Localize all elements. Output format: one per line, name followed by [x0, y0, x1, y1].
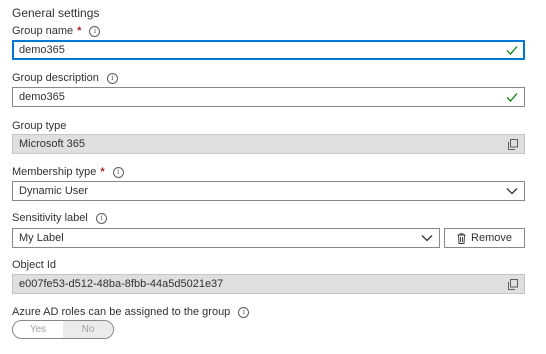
- info-icon[interactable]: i: [89, 25, 101, 37]
- copy-icon[interactable]: [508, 138, 518, 150]
- object-id-label: Object Id: [12, 259, 56, 271]
- group-type-label-text: Group type: [12, 120, 67, 132]
- group-description-input[interactable]: demo365: [12, 87, 525, 107]
- object-id-value: e007fe53-d512-48ba-8fbb-44a5d5021e37: [19, 278, 224, 290]
- sensitivity-label-value: My Label: [19, 232, 64, 244]
- info-icon[interactable]: i: [95, 212, 107, 224]
- required-asterisk: *: [100, 166, 105, 178]
- group-description-label: Group description i: [12, 72, 118, 84]
- azure-roles-label-text: Azure AD roles can be assigned to the gr…: [12, 306, 231, 318]
- remove-button-label: Remove: [471, 232, 512, 244]
- chevron-down-icon: [506, 188, 518, 195]
- group-type-label: Group type: [12, 120, 66, 132]
- membership-type-dropdown[interactable]: Dynamic User: [12, 181, 525, 201]
- group-name-value: demo365: [19, 44, 65, 56]
- group-description-value: demo365: [19, 91, 65, 103]
- membership-type-label: Membership type * i: [12, 166, 124, 178]
- sensitivity-label-label-text: Sensitivity label: [12, 212, 88, 224]
- group-name-input[interactable]: demo365: [12, 40, 525, 60]
- object-id-label-text: Object Id: [12, 259, 57, 271]
- checkmark-icon: [506, 93, 518, 102]
- info-icon[interactable]: i: [238, 306, 250, 318]
- group-type-field: Microsoft 365: [12, 134, 525, 154]
- trash-icon: [457, 232, 466, 244]
- info-icon[interactable]: i: [106, 72, 118, 84]
- copy-icon[interactable]: [508, 278, 518, 290]
- object-id-field: e007fe53-d512-48ba-8fbb-44a5d5021e37: [12, 274, 525, 294]
- group-name-label: Group name * i: [12, 25, 101, 37]
- group-type-value: Microsoft 365: [19, 138, 86, 150]
- group-description-label-text: Group description: [12, 72, 99, 84]
- membership-type-label-text: Membership type: [12, 166, 97, 178]
- chevron-down-icon: [421, 235, 433, 242]
- toggle-option-no[interactable]: No: [63, 321, 113, 338]
- info-icon[interactable]: i: [112, 166, 124, 178]
- toggle-option-yes[interactable]: Yes: [13, 321, 63, 338]
- azure-roles-toggle[interactable]: Yes No: [12, 320, 114, 339]
- azure-roles-label: Azure AD roles can be assigned to the gr…: [12, 306, 250, 318]
- sensitivity-label-label: Sensitivity label i: [12, 212, 107, 224]
- remove-button[interactable]: Remove: [444, 228, 525, 248]
- group-name-label-text: Group name: [12, 25, 74, 37]
- section-title: General settings: [12, 6, 100, 20]
- membership-type-value: Dynamic User: [19, 185, 89, 197]
- checkmark-icon: [506, 46, 518, 55]
- sensitivity-label-dropdown[interactable]: My Label: [12, 228, 440, 248]
- required-asterisk: *: [77, 25, 82, 37]
